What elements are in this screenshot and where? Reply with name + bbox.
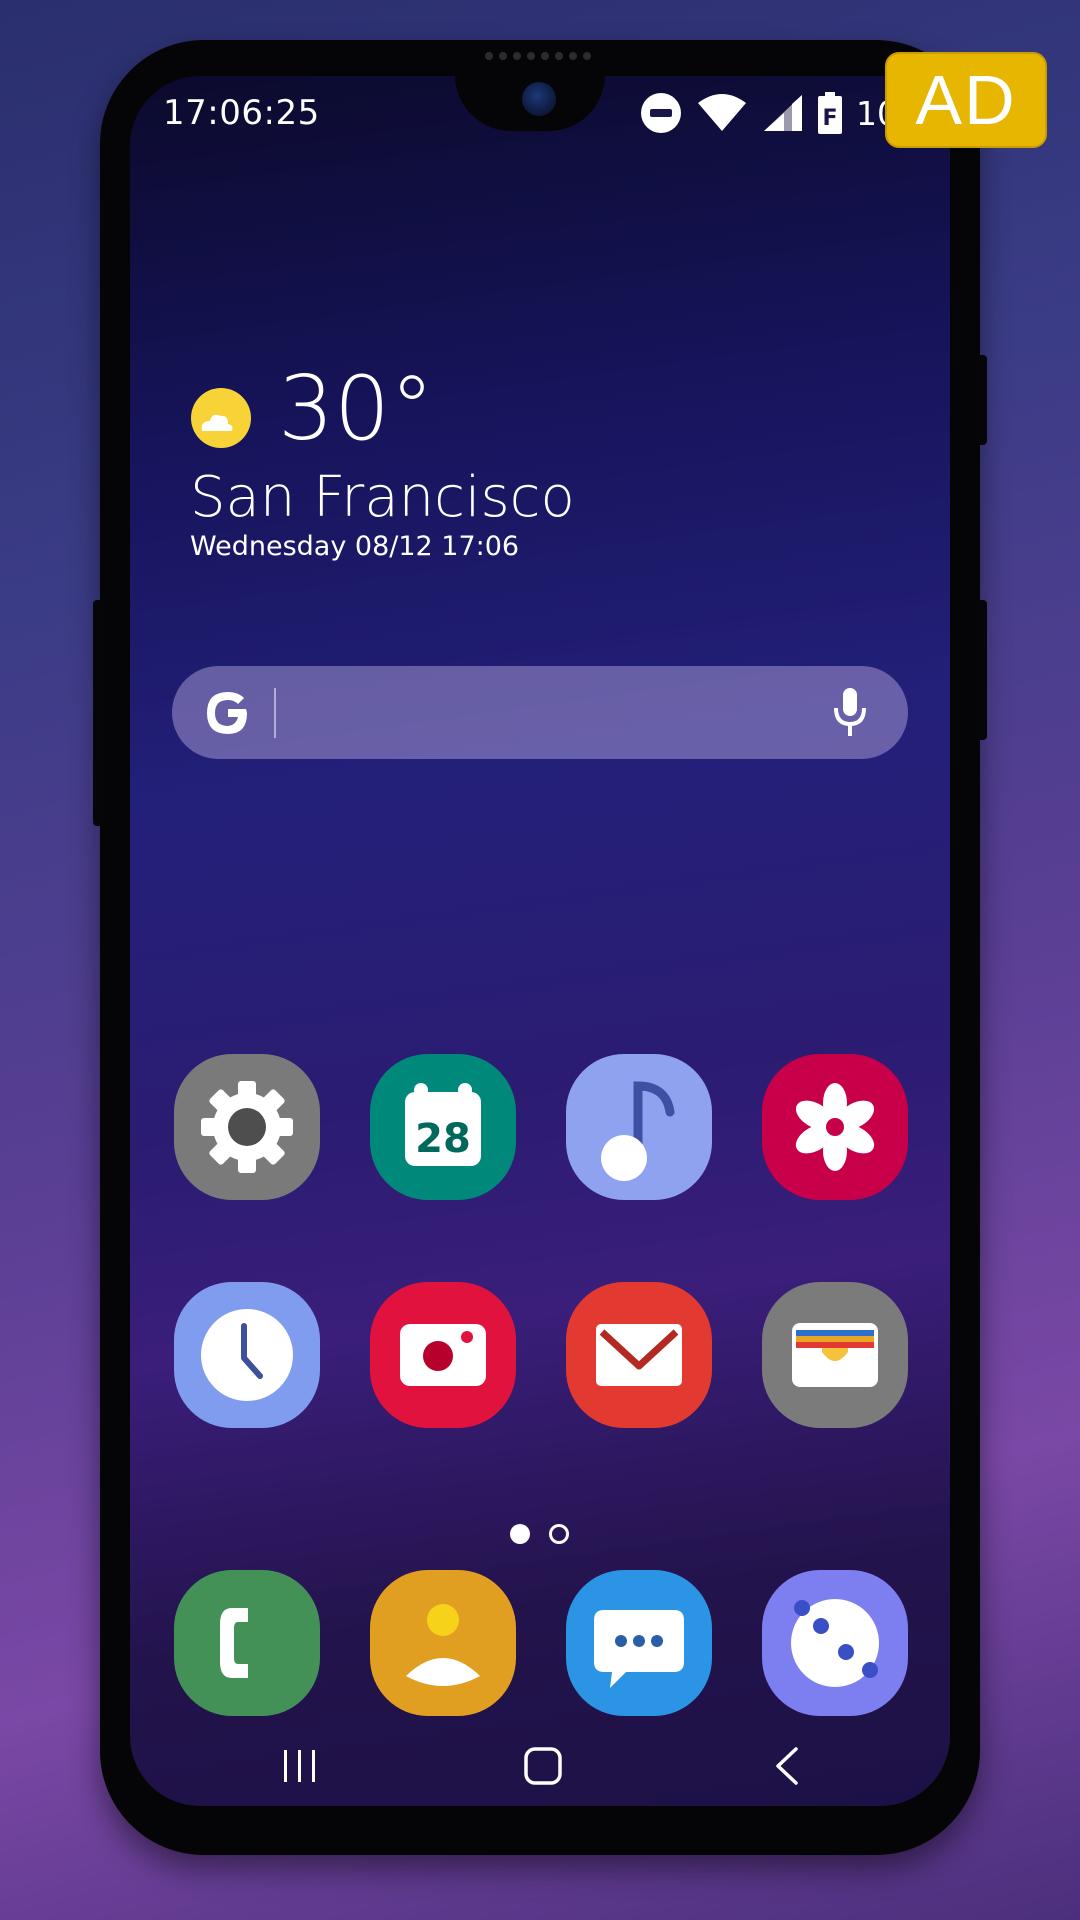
page-indicator[interactable] <box>510 1524 569 1544</box>
messages-app[interactable] <box>566 1570 712 1716</box>
phone-app[interactable] <box>174 1570 320 1716</box>
power-button <box>977 355 987 445</box>
volume-button <box>93 600 103 826</box>
email-app[interactable] <box>566 1282 712 1428</box>
camera-icon <box>400 1324 486 1386</box>
signal-icon <box>764 95 802 131</box>
settings-app[interactable] <box>174 1054 320 1200</box>
music-note-icon <box>601 1081 675 1181</box>
front-camera <box>522 82 556 116</box>
earpiece-speaker <box>485 52 597 62</box>
page-dot-1[interactable] <box>510 1524 530 1544</box>
calendar-day: 28 <box>415 1116 471 1162</box>
battery-icon: F <box>818 92 842 134</box>
wallet-icon <box>792 1323 878 1387</box>
search-cursor <box>274 688 276 738</box>
weather-city: San Francisco <box>190 465 575 530</box>
phone-icon <box>220 1608 248 1678</box>
clock-app[interactable] <box>174 1282 320 1428</box>
weather-datetime: Wednesday 08/12 17:06 <box>190 531 520 562</box>
partly-sunny-icon <box>191 388 251 448</box>
microphone-icon[interactable] <box>832 686 868 738</box>
music-app[interactable] <box>566 1054 712 1200</box>
home-icon[interactable] <box>523 1746 563 1786</box>
weather-temperature: 30° <box>278 357 434 460</box>
calendar-icon: 28 <box>405 1083 481 1166</box>
recents-icon[interactable] <box>280 1748 320 1784</box>
wifi-icon <box>698 94 746 131</box>
gallery-app[interactable] <box>762 1054 908 1200</box>
camera-app[interactable] <box>370 1282 516 1428</box>
envelope-icon <box>596 1324 682 1386</box>
status-time: 17:06:25 <box>163 93 320 133</box>
page-dot-2[interactable] <box>549 1524 569 1544</box>
contacts-app[interactable] <box>370 1570 516 1716</box>
svg-text:F: F <box>822 106 837 131</box>
clock-icon <box>201 1309 293 1401</box>
flower-icon <box>795 1083 875 1171</box>
google-logo-icon <box>207 692 247 734</box>
bixby-button <box>977 600 987 740</box>
wallet-app[interactable] <box>762 1282 908 1428</box>
gear-icon <box>201 1081 293 1173</box>
ad-badge: AD <box>885 52 1047 148</box>
google-search-bar[interactable] <box>172 666 908 759</box>
do-not-disturb-icon <box>641 93 681 133</box>
galaxy-apps-app[interactable] <box>762 1570 908 1716</box>
back-icon[interactable] <box>772 1746 802 1786</box>
galaxy-icon <box>791 1599 879 1687</box>
contact-icon <box>406 1604 480 1686</box>
chat-bubble-icon <box>594 1610 684 1688</box>
calendar-app[interactable]: 28 <box>370 1054 516 1200</box>
status-icons: F 100 <box>640 92 919 134</box>
home-screen <box>130 76 950 1806</box>
